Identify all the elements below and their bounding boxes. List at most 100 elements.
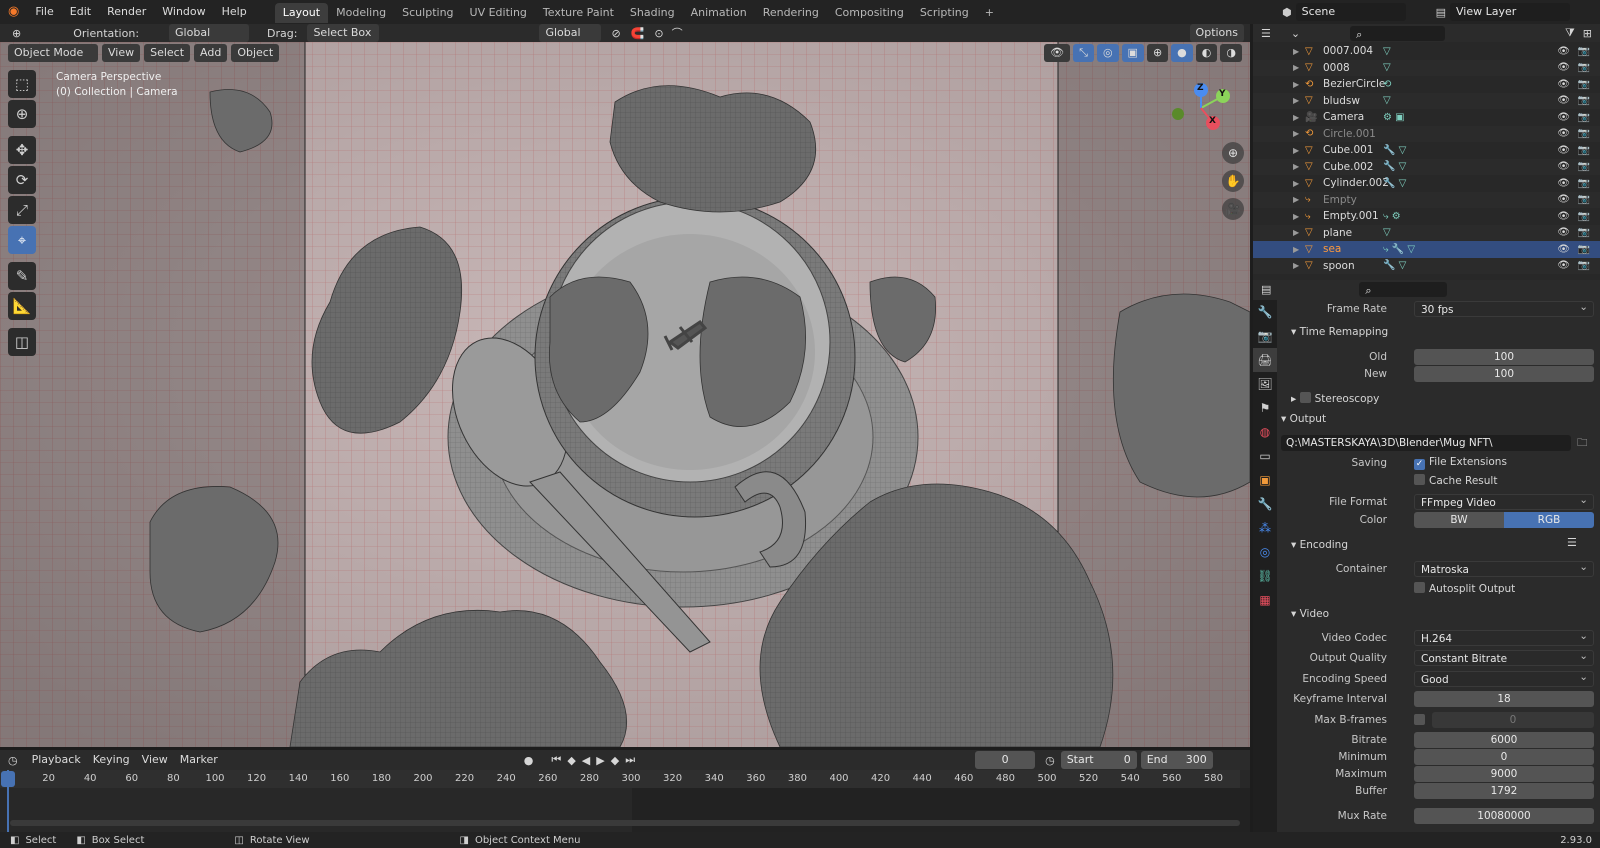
- tab-shading[interactable]: Shading: [622, 3, 683, 23]
- outliner-row[interactable]: ▶ ▽ Cube.001 🔧 ▽ 👁 📷: [1253, 142, 1600, 159]
- tab-modeling[interactable]: Modeling: [328, 3, 394, 23]
- buffer-field[interactable]: 1792: [1414, 783, 1594, 799]
- menu-window[interactable]: Window: [154, 0, 213, 24]
- render-camera-icon[interactable]: 📷: [1578, 227, 1590, 238]
- modifier-icons[interactable]: 🔧 ▽: [1383, 145, 1406, 156]
- output-tab-icon[interactable]: 🖨: [1253, 348, 1277, 372]
- outliner-row[interactable]: ▶ ▽ 0008 ▽ 👁 📷: [1253, 59, 1600, 76]
- video-codec-dropdown[interactable]: H.264: [1414, 628, 1594, 646]
- outliner-row[interactable]: ▶ ▽ sea ⤷ 🔧 ▽ 👁 📷: [1253, 241, 1600, 258]
- render-tab-icon[interactable]: 📷: [1253, 324, 1277, 348]
- shading-wireframe-icon[interactable]: ⊕: [1146, 44, 1169, 62]
- menu-file[interactable]: File: [27, 0, 61, 24]
- menu-add[interactable]: Add: [194, 44, 228, 62]
- render-camera-icon[interactable]: 📷: [1578, 128, 1590, 139]
- render-camera-icon[interactable]: 📷: [1578, 145, 1590, 156]
- shading-rendered-icon[interactable]: ◑: [1220, 44, 1242, 62]
- shading-solid-icon[interactable]: ●: [1171, 44, 1193, 62]
- select-box-tool-icon[interactable]: ⬚: [8, 70, 36, 98]
- outliner-row[interactable]: ▶ ▽ 0007.004 ▽ 👁 📷: [1253, 43, 1600, 60]
- move-tool-icon[interactable]: ✥: [8, 136, 36, 164]
- tab-sculpting[interactable]: Sculpting: [394, 3, 461, 23]
- menu-view[interactable]: View: [102, 44, 141, 62]
- max-bframes-checkbox[interactable]: [1414, 714, 1429, 727]
- end-frame-field[interactable]: End 300: [1140, 751, 1213, 769]
- render-camera-icon[interactable]: 📷: [1578, 95, 1590, 106]
- modifier-icons[interactable]: 🔧 ▽: [1383, 260, 1406, 271]
- render-camera-icon[interactable]: 📷: [1578, 260, 1590, 271]
- cache-result-checkbox[interactable]: Cache Result: [1414, 474, 1497, 487]
- add-cube-tool-icon[interactable]: ◫: [8, 328, 36, 356]
- file-extensions-checkbox[interactable]: ✓ File Extensions: [1414, 456, 1507, 470]
- expand-arrow-icon[interactable]: ▶: [1293, 195, 1299, 204]
- maximum-field[interactable]: 9000: [1414, 766, 1594, 782]
- encoding-presets-icon[interactable]: ☰: [1567, 536, 1577, 549]
- modifier-icons[interactable]: ⤷ ⚙: [1383, 211, 1401, 222]
- jump-start-icon[interactable]: ⏮: [551, 753, 561, 767]
- tab-scripting[interactable]: Scripting: [912, 3, 977, 23]
- eye-icon[interactable]: 👁: [1557, 145, 1570, 156]
- xray-toggle-icon[interactable]: ▣: [1121, 44, 1144, 62]
- next-keyframe-icon[interactable]: ◆: [611, 754, 619, 767]
- expand-arrow-icon[interactable]: ▶: [1293, 179, 1299, 188]
- eye-icon[interactable]: 👁: [1557, 128, 1570, 139]
- options-dropdown[interactable]: Options: [1189, 24, 1244, 42]
- eye-icon[interactable]: 👁: [1557, 178, 1570, 189]
- modifier-icons[interactable]: ⤷ 🔧 ▽: [1383, 244, 1415, 255]
- view-layer-tab-icon[interactable]: 🖼: [1253, 372, 1277, 396]
- outliner-row[interactable]: ▶ ▽ plane ▽ 👁 📷: [1253, 224, 1600, 241]
- editor-type-icon[interactable]: ⊕: [12, 27, 21, 40]
- menu-edit[interactable]: Edit: [62, 0, 99, 24]
- marker-menu[interactable]: Marker: [174, 751, 224, 769]
- tab-animation[interactable]: Animation: [683, 3, 755, 23]
- new-collection-icon[interactable]: ⊞: [1583, 27, 1592, 40]
- expand-arrow-icon[interactable]: ▶: [1293, 212, 1299, 221]
- stereoscopy-panel[interactable]: ▸ Stereoscopy: [1291, 390, 1379, 408]
- eye-icon[interactable]: 👁: [1557, 95, 1570, 106]
- display-mode-icon[interactable]: ⌄: [1291, 27, 1300, 40]
- eye-icon[interactable]: 👁: [1557, 62, 1570, 73]
- gizmo-toggle-icon[interactable]: ⤡: [1073, 44, 1094, 62]
- tab-rendering[interactable]: Rendering: [755, 3, 827, 23]
- eye-icon[interactable]: 👁: [1557, 112, 1570, 123]
- encoding-panel[interactable]: ▾ Encoding: [1291, 536, 1348, 554]
- time-remapping-panel[interactable]: ▾ Time Remapping: [1291, 323, 1388, 341]
- view-layer-selector[interactable]: View Layer: [1450, 3, 1570, 21]
- modifier-icons[interactable]: ⟲: [1383, 79, 1391, 90]
- transform-orientation-dropdown[interactable]: Global: [539, 24, 602, 42]
- constraints-tab-icon[interactable]: ⛓: [1253, 564, 1277, 588]
- orientation-dropdown[interactable]: Global: [169, 24, 250, 42]
- outliner-search-input[interactable]: ⌕: [1350, 25, 1446, 41]
- collection-tab-icon[interactable]: ▭: [1253, 444, 1277, 468]
- zoom-icon[interactable]: ⊕: [1222, 142, 1244, 164]
- start-frame-field[interactable]: Start 0: [1060, 751, 1137, 769]
- 3d-viewport[interactable]: Object Mode View Select Add Object 👁 ⤡ ◎…: [0, 42, 1250, 747]
- transform-tool-icon[interactable]: ⌖: [8, 226, 36, 254]
- render-camera-icon[interactable]: 📷: [1578, 112, 1590, 123]
- modifier-icons[interactable]: 🔧 ▽: [1383, 161, 1406, 172]
- outliner-row[interactable]: ▶ ⟲ Circle.001 👁 📷: [1253, 125, 1600, 142]
- annotate-tool-icon[interactable]: ✎: [8, 262, 36, 290]
- shading-material-icon[interactable]: ◐: [1195, 44, 1218, 62]
- render-camera-icon[interactable]: 📷: [1578, 46, 1590, 57]
- expand-arrow-icon[interactable]: ▶: [1293, 162, 1299, 171]
- output-path-field[interactable]: Q:\MASTERSKAYA\3D\Blender\Mug NFT\: [1281, 435, 1571, 451]
- menu-help[interactable]: Help: [214, 0, 255, 24]
- filter-icon[interactable]: ⧩: [1565, 26, 1575, 40]
- proportional-edit-icon[interactable]: ⊙: [654, 27, 663, 40]
- mux-rate-field[interactable]: 10080000: [1414, 808, 1594, 824]
- pivot-icon[interactable]: ⊘: [611, 27, 620, 40]
- timeline-view-menu[interactable]: View: [136, 751, 174, 769]
- outliner-row[interactable]: ▶ ⟲ BezierCircle ⟲ 👁 📷: [1253, 76, 1600, 93]
- render-camera-icon[interactable]: 📷: [1578, 178, 1590, 189]
- cursor-tool-icon[interactable]: ⊕: [8, 100, 36, 128]
- menu-render[interactable]: Render: [99, 0, 154, 24]
- render-camera-icon[interactable]: 📷: [1578, 161, 1590, 172]
- output-quality-dropdown[interactable]: Constant Bitrate: [1414, 648, 1594, 666]
- menu-object[interactable]: Object: [231, 44, 280, 62]
- physics-tab-icon[interactable]: ◎: [1253, 540, 1277, 564]
- expand-arrow-icon[interactable]: ▶: [1293, 63, 1299, 72]
- folder-icon[interactable]: 🗀: [1577, 435, 1588, 453]
- play-icon[interactable]: ▶: [596, 754, 604, 767]
- expand-arrow-icon[interactable]: ▶: [1293, 129, 1299, 138]
